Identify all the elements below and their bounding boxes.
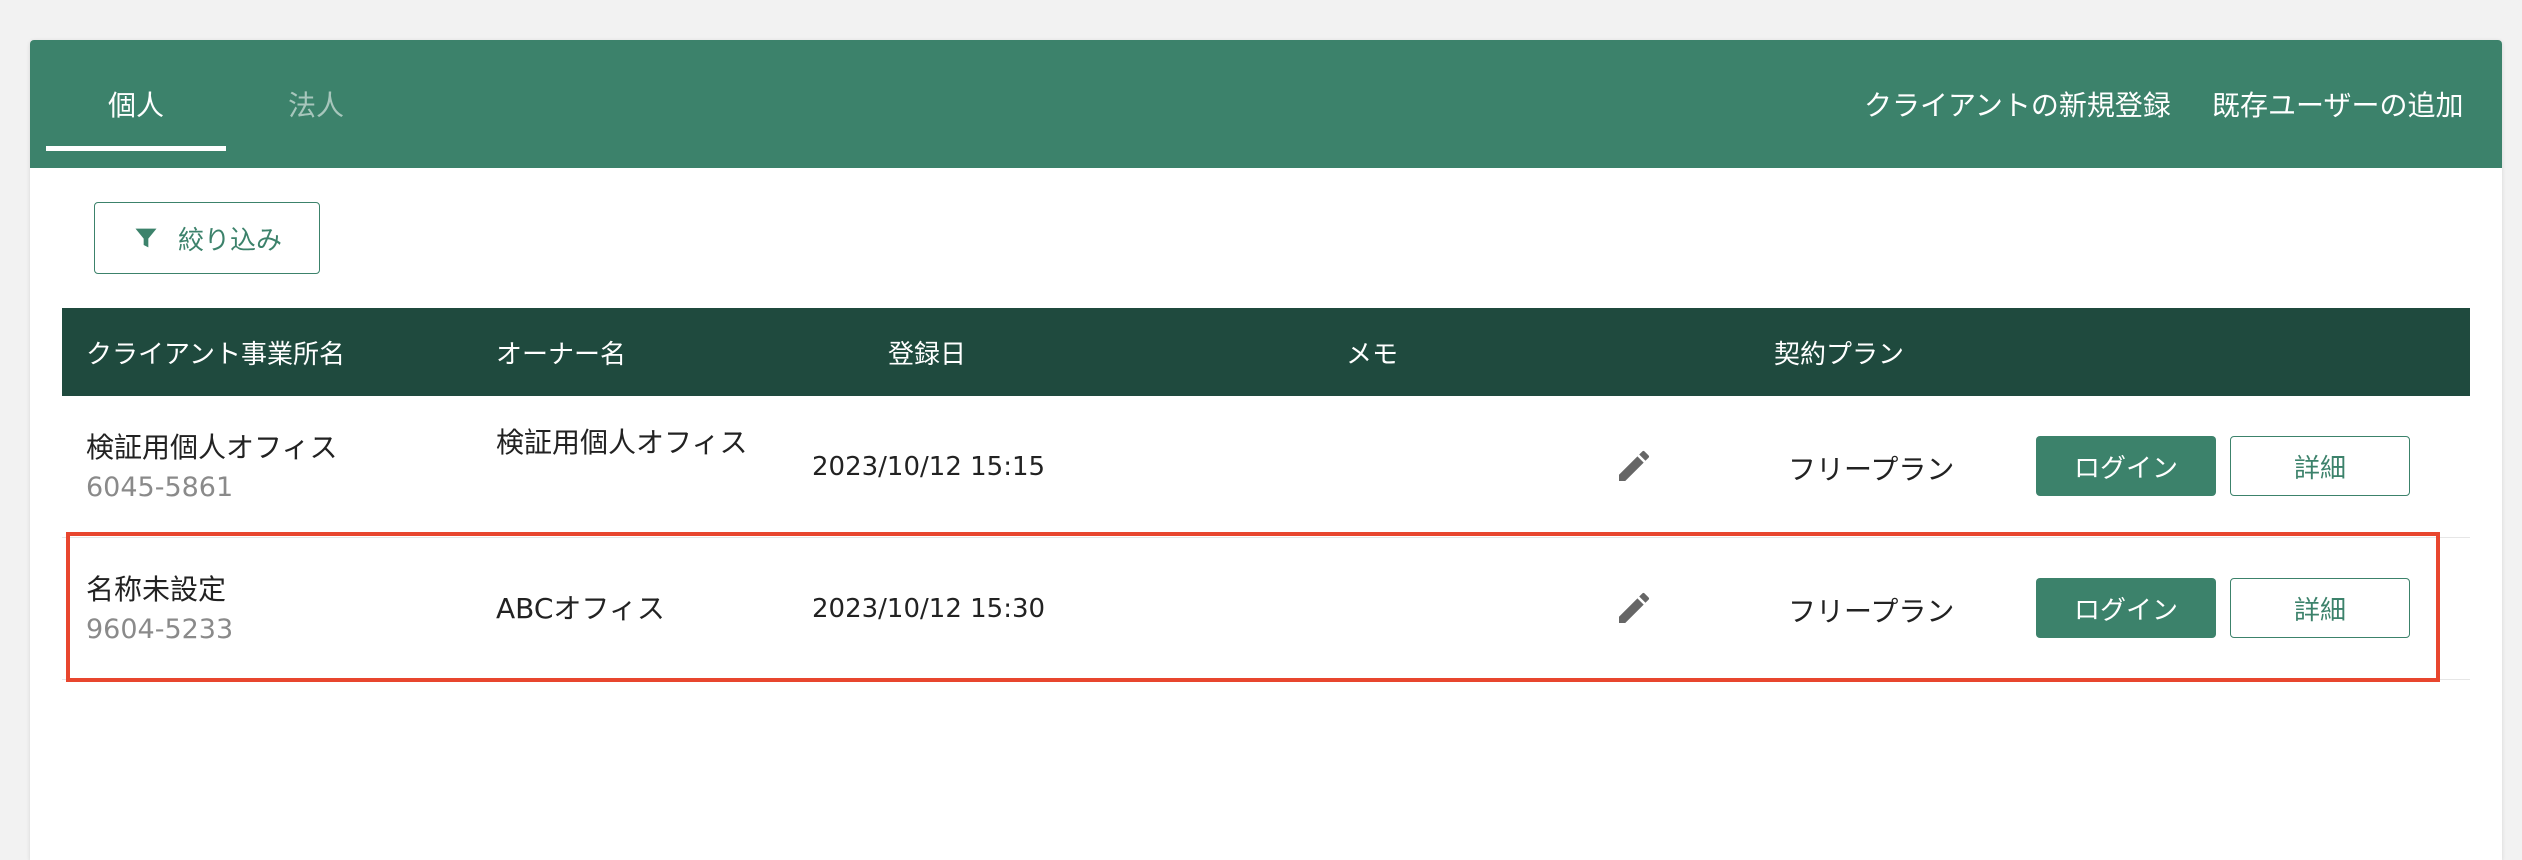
filter-label: 絞り込み (177, 225, 282, 256)
client-table: クライアント事業所名 オーナー名 登録日 メモ 契約プラン 検証用個人オフィス … (62, 308, 2470, 680)
client-code: 6045-5861 (86, 472, 234, 503)
owner-name: ABCオフィス (496, 592, 665, 625)
top-bar: 個人 法人 クライアントの新規登録 既存ユーザーの追加 (30, 40, 2502, 168)
registered-date: 2023/10/12 15:30 (812, 594, 1046, 624)
login-button[interactable]: ログイン (2036, 436, 2216, 496)
contract-plan: フリープラン (1788, 595, 1955, 628)
detail-button[interactable]: 詳細 (2230, 436, 2410, 496)
header-client-name: クライアント事業所名 (86, 339, 345, 370)
filter-icon (135, 228, 157, 248)
table-header: クライアント事業所名 オーナー名 登録日 メモ 契約プラン (62, 308, 2470, 396)
detail-button[interactable]: 詳細 (2230, 578, 2410, 638)
add-existing-user-link[interactable]: 既存ユーザーの追加 (2212, 40, 2463, 168)
header-memo: メモ (1346, 339, 1399, 370)
header-plan: 契約プラン (1774, 339, 1905, 370)
client-name: 名称未設定 (86, 573, 227, 606)
owner-name: 検証用個人オフィス (496, 426, 748, 459)
login-button[interactable]: ログイン (2036, 578, 2216, 638)
client-list-card: 個人 法人 クライアントの新規登録 既存ユーザーの追加 絞り込み クライアント事… (30, 40, 2502, 860)
tab-corporate[interactable]: 法人 (226, 40, 406, 168)
table-row: 名称未設定 9604-5233 ABCオフィス 2023/10/12 15:30… (62, 538, 2470, 680)
edit-memo-icon[interactable] (1614, 588, 1654, 628)
registered-date: 2023/10/12 15:15 (812, 452, 1046, 482)
new-client-link[interactable]: クライアントの新規登録 (1864, 40, 2171, 168)
client-name: 検証用個人オフィス (86, 431, 338, 464)
client-code: 9604-5233 (86, 614, 234, 645)
contract-plan: フリープラン (1788, 453, 1955, 486)
header-registered-date: 登録日 (888, 339, 967, 370)
active-tab-indicator (46, 146, 226, 151)
table-row: 検証用個人オフィス 6045-5861 検証用個人オフィス 2023/10/12… (62, 396, 2470, 538)
edit-memo-icon[interactable] (1614, 446, 1654, 486)
header-owner-name: オーナー名 (496, 339, 627, 370)
filter-button[interactable]: 絞り込み (94, 202, 320, 274)
